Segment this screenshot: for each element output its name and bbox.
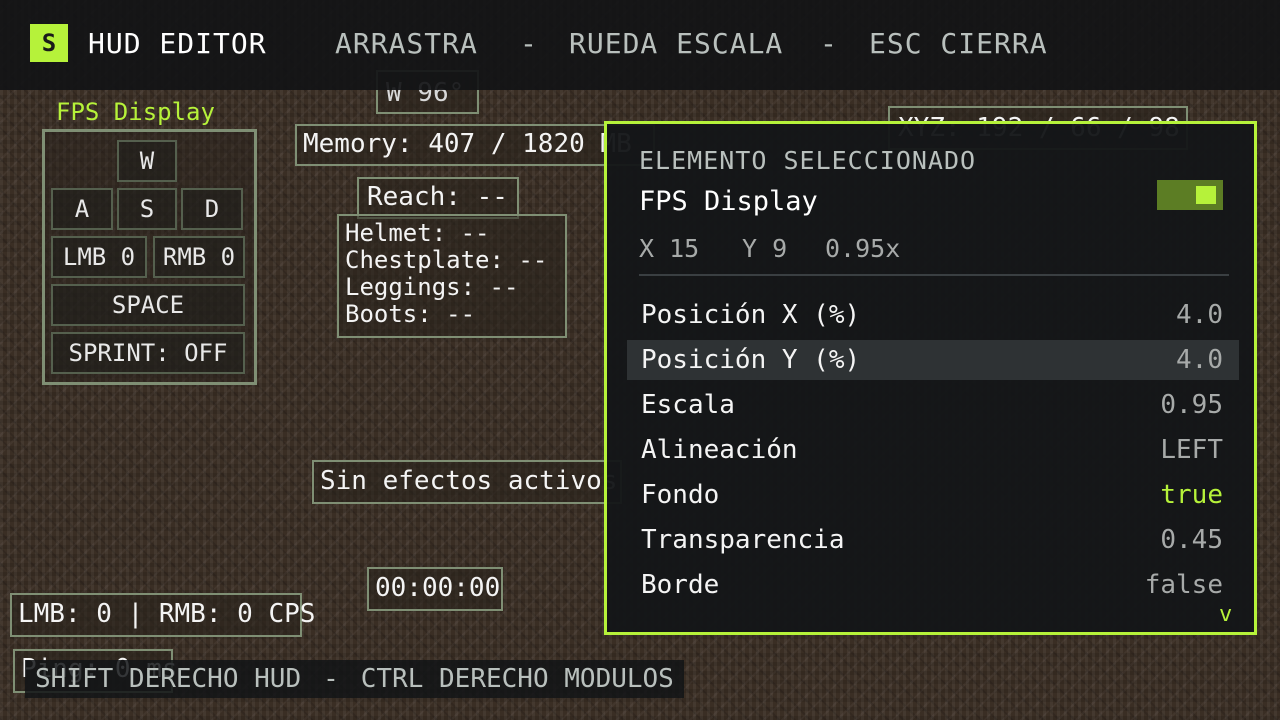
key-w: W xyxy=(117,140,177,182)
element-visibility-toggle[interactable] xyxy=(1157,180,1223,210)
timer-widget[interactable]: 00:00:00 xyxy=(367,567,503,611)
property-label: Fondo xyxy=(641,480,720,510)
hint-ctrl: CTRL DERECHO MODULOS xyxy=(360,664,674,694)
armor-helmet: Helmet: -- xyxy=(345,219,490,247)
hint-separator: - xyxy=(820,27,838,60)
editor-title: HUD EDITOR xyxy=(88,27,267,60)
panel-header: ELEMENTO SELECCIONADO xyxy=(639,146,977,175)
property-value: true xyxy=(1160,480,1223,510)
panel-divider xyxy=(639,274,1229,276)
scroll-down-icon[interactable]: v xyxy=(1219,602,1232,627)
property-value: false xyxy=(1144,570,1223,600)
armor-boots: Boots: -- xyxy=(345,300,476,328)
property-row-scale[interactable]: Escala 0.95 xyxy=(627,385,1239,425)
cps-widget[interactable]: LMB: 0 | RMB: 0 CPS xyxy=(10,593,315,637)
cps-text: LMB: 0 | RMB: 0 CPS xyxy=(18,599,316,629)
hint-shift: SHIFT DERECHO HUD xyxy=(35,664,302,694)
effects-text: Sin efectos activos xyxy=(320,466,618,496)
armor-widget[interactable]: Helmet: -- Chestplate: -- Leggings: -- B… xyxy=(337,214,567,338)
timer-text: 00:00:00 xyxy=(375,573,501,603)
element-y: Y 9 xyxy=(742,234,788,263)
effects-widget[interactable]: Sin efectos activos xyxy=(312,460,622,504)
property-label: Transparencia xyxy=(641,525,845,555)
property-row-position-y[interactable]: Posición Y (%) 4.0 xyxy=(627,340,1239,380)
key-space: SPACE xyxy=(51,284,245,326)
key-sprint: SPRINT: OFF xyxy=(51,332,245,374)
hint-separator: - xyxy=(323,664,339,694)
property-label: Alineación xyxy=(641,435,798,465)
key-d: D xyxy=(181,188,243,230)
key-a: A xyxy=(51,188,113,230)
property-label: Escala xyxy=(641,390,735,420)
key-rmb: RMB 0 xyxy=(153,236,245,278)
toggle-knob xyxy=(1196,186,1216,204)
property-row-background[interactable]: Fondo true xyxy=(627,475,1239,515)
fps-widget-label: FPS Display xyxy=(56,98,215,126)
element-x: X 15 xyxy=(639,234,700,263)
memory-text: Memory: 407 / 1820 MB xyxy=(303,129,632,159)
armor-chestplate: Chestplate: -- xyxy=(345,246,548,274)
hint-esc: ESC CIERRA xyxy=(869,27,1048,60)
reach-text: Reach: -- xyxy=(367,182,508,212)
hint-wheel: RUEDA ESCALA xyxy=(569,27,784,60)
top-bar: S HUD EDITOR ARRASTRA - RUEDA ESCALA - E… xyxy=(0,0,1280,90)
hint-separator: - xyxy=(520,27,538,60)
property-label: Posición X (%) xyxy=(641,300,861,330)
properties-panel[interactable]: ELEMENTO SELECCIONADO FPS Display X 15 Y… xyxy=(604,121,1257,635)
reach-widget[interactable]: Reach: -- xyxy=(357,177,519,219)
armor-leggings: Leggings: -- xyxy=(345,273,519,301)
hint-drag: ARRASTRA xyxy=(335,27,478,60)
property-row-transparency[interactable]: Transparencia 0.45 xyxy=(627,520,1239,560)
property-row-border[interactable]: Borde false xyxy=(627,565,1239,605)
property-value: 4.0 xyxy=(1176,300,1223,330)
property-value: 0.95 xyxy=(1160,390,1223,420)
property-label: Borde xyxy=(641,570,720,600)
memory-widget[interactable]: Memory: 407 / 1820 MB xyxy=(295,124,655,166)
selected-element-name: FPS Display xyxy=(639,186,818,217)
property-row-alignment[interactable]: Alineación LEFT xyxy=(627,430,1239,470)
key-s: S xyxy=(117,188,177,230)
logo-badge: S xyxy=(30,24,68,62)
fps-widget[interactable]: W A S D LMB 0 RMB 0 SPACE SPRINT: OFF xyxy=(42,129,257,385)
element-scale: 0.95x xyxy=(825,234,901,263)
property-value: 4.0 xyxy=(1176,345,1223,375)
property-row-position-x[interactable]: Posición X (%) 4.0 xyxy=(627,295,1239,335)
property-label: Posición Y (%) xyxy=(641,345,861,375)
bottom-hint-bar: SHIFT DERECHO HUD - CTRL DERECHO MODULOS xyxy=(25,660,684,698)
property-value: LEFT xyxy=(1160,435,1223,465)
property-value: 0.45 xyxy=(1160,525,1223,555)
key-lmb: LMB 0 xyxy=(51,236,147,278)
